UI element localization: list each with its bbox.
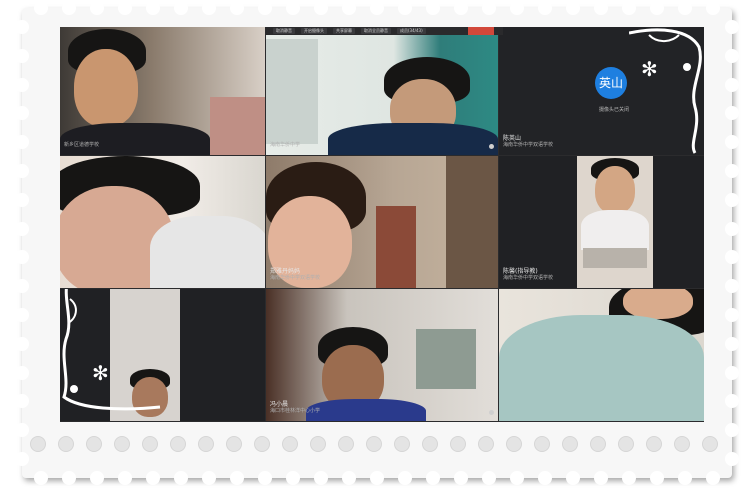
- participant-shirt: [499, 315, 704, 421]
- share-screen-button[interactable]: 共享屏幕: [333, 28, 355, 34]
- video-tile[interactable]: [499, 289, 704, 421]
- participant-shirt: [306, 399, 426, 421]
- mic-icon: [489, 410, 494, 415]
- background-curtain: [446, 156, 498, 288]
- video-tile[interactable]: 英山 摄像头已关闭 陈英山 海南华侨中学双语学校 ✻: [499, 27, 704, 155]
- background-picture: [210, 97, 265, 155]
- video-tile[interactable]: 海南华侨中学: [266, 27, 498, 155]
- participant-label: 新乡区道德学校: [64, 142, 100, 148]
- perforation-left: [15, 20, 29, 466]
- participant-shirt: [328, 123, 498, 155]
- participant-label: 郑雅丹妈妈 海南华侨中学双语学校: [270, 268, 321, 281]
- flower-ornament-icon: [62, 289, 161, 411]
- unmute-button[interactable]: 取消静音: [273, 28, 295, 34]
- perforation-right: [725, 20, 739, 466]
- participant-shirt: [60, 123, 210, 155]
- participant-video: [577, 156, 653, 288]
- perforation-top: [34, 1, 720, 15]
- stamp-dot-row: [0, 430, 750, 456]
- unmute-all-button[interactable]: 取消全员静音: [361, 28, 391, 34]
- camera-button[interactable]: 开启摄像头: [301, 28, 327, 34]
- avatar: 英山: [595, 67, 627, 99]
- members-button[interactable]: 成员(34/43): [397, 28, 426, 34]
- end-meeting-button[interactable]: [468, 27, 494, 35]
- participant-label: 海南华侨中学: [270, 142, 301, 148]
- video-tile[interactable]: 郑雅丹妈妈 海南华侨中学双语学校: [266, 156, 498, 288]
- participant-label: 陈英山 海南华侨中学双语学校: [503, 135, 554, 148]
- video-tile[interactable]: 新乡区道德学校: [60, 27, 265, 155]
- participant-shirt: [150, 216, 265, 288]
- background-window: [376, 206, 416, 288]
- flower-ornament-icon: [629, 28, 702, 154]
- video-tile[interactable]: 冯小晨 海口市桂林洋中心小学: [266, 289, 498, 421]
- mic-icon: [489, 144, 494, 149]
- video-tile[interactable]: 陈馨(指导教) 海南华侨中学双语学校: [499, 156, 704, 288]
- video-tile[interactable]: [60, 156, 265, 288]
- participant-face: [74, 49, 138, 127]
- background-door: [266, 39, 318, 144]
- background-shelf: [416, 329, 476, 389]
- participant-label: 冯小晨 海口市桂林洋中心小学: [270, 401, 321, 414]
- participant-label: 陈馨(指导教) 海南华侨中学双语学校: [503, 268, 554, 281]
- video-grid: 新乡区道德学校 海南华侨中学 英山 摄像头已关闭 陈英山 海南华侨中学双语学校 ✻…: [60, 27, 704, 422]
- perforation-bottom: [34, 471, 720, 485]
- flower-ornament-icon: ✻: [92, 361, 109, 385]
- video-tile[interactable]: ✻: [60, 289, 265, 421]
